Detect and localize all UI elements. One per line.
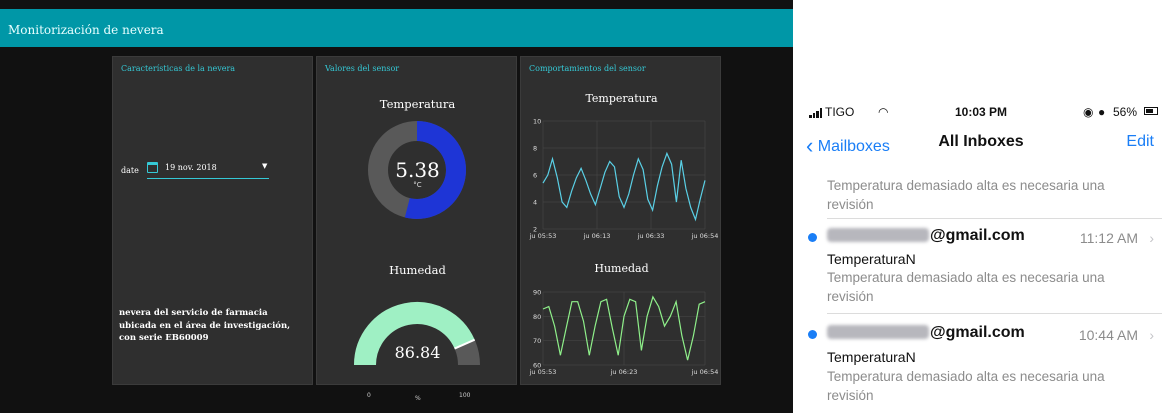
- email-subject: TemperaturaN: [827, 251, 916, 267]
- email-preview[interactable]: Temperatura demasiado alta es necesaria …: [827, 177, 1127, 214]
- date-picker[interactable]: date 19 nov. 2018 ▼: [113, 155, 314, 185]
- alarm-icon: ●: [1098, 105, 1106, 119]
- features-panel: Características de la nevera date 19 nov…: [112, 56, 313, 385]
- y-tick-label: 6: [533, 172, 537, 180]
- x-tick-label: ju 06:23: [610, 368, 638, 376]
- battery-icon: [1144, 107, 1158, 115]
- mail-app-screenshot: TIGO ◠ 10:03 PM ◉ ● 56% ‹ Mailboxes All …: [800, 93, 1162, 413]
- sensor-panel: Valores del sensor Temperatura 5.38 °C H…: [316, 56, 517, 402]
- dashboard-title: Monitorización de nevera: [8, 23, 164, 37]
- y-tick-label: 80: [533, 313, 541, 321]
- humidity-chart-title: Humedad: [594, 262, 649, 275]
- x-tick-label: ju 06:13: [583, 232, 611, 240]
- clock: 10:03 PM: [954, 105, 1008, 119]
- dashboard: Monitorización de nevera Características…: [0, 0, 793, 413]
- fridge-description: nevera del servicio de farmacia ubicada …: [119, 308, 291, 343]
- unread-dot-icon: [808, 233, 817, 242]
- humidity-max: 100: [459, 392, 471, 399]
- edit-button[interactable]: Edit: [1126, 133, 1154, 151]
- unread-dot-icon: [808, 330, 817, 339]
- humidity-gauge-title: Humedad: [389, 263, 446, 277]
- email-time: 11:12 AM: [1079, 230, 1138, 246]
- date-label: date: [121, 166, 139, 175]
- x-tick-label: ju 05:53: [529, 368, 557, 376]
- x-tick-label: ju 05:53: [529, 232, 557, 240]
- divider: [827, 218, 1162, 219]
- email-subject: TemperaturaN: [827, 349, 916, 365]
- email-sender: @gmail.com: [827, 227, 1025, 245]
- temperature-chart: 108642ju 05:53 ju 06:13 ju 06:33 ju 06:54: [529, 118, 719, 241]
- panel-title: Características de la nevera: [121, 64, 236, 73]
- y-tick-label: 8: [533, 145, 537, 153]
- email-preview: Temperatura demasiado alta es necesaria …: [827, 369, 1105, 403]
- y-tick-label: 90: [533, 289, 541, 297]
- panel-title: Valores del sensor: [325, 64, 400, 73]
- calendar-icon[interactable]: [147, 162, 158, 173]
- caret-down-icon[interactable]: ▼: [262, 162, 267, 170]
- date-underline: [147, 178, 269, 179]
- temperature-unit: °C: [413, 181, 422, 189]
- temperature-gauge-title: Temperatura: [379, 97, 456, 111]
- divider: [827, 313, 1162, 314]
- y-tick-label: 70: [533, 337, 541, 345]
- humidity-value: 86.84: [394, 343, 441, 362]
- redacted-name: [827, 228, 929, 242]
- orientation-lock-icon: ◉: [1083, 105, 1094, 119]
- humidity-min: 0: [367, 392, 371, 399]
- x-tick-label: ju 06:33: [637, 232, 665, 240]
- redacted-name: [827, 325, 929, 339]
- date-value[interactable]: 19 nov. 2018: [165, 163, 217, 172]
- email-sender: @gmail.com: [827, 324, 1025, 342]
- battery-percent: 56%: [1113, 105, 1138, 119]
- dashboard-header: Monitorización de nevera: [0, 9, 793, 47]
- temperature-value: 5.38: [395, 158, 440, 182]
- y-tick-label: 10: [533, 118, 541, 126]
- x-tick-label: ju 06:54: [691, 232, 719, 240]
- email-preview: Temperatura demasiado alta es necesaria …: [827, 270, 1105, 304]
- nav-title: All Inboxes: [938, 133, 1024, 150]
- email-time: 10:44 AM: [1078, 327, 1138, 343]
- y-tick-label: 4: [533, 199, 537, 207]
- panel-title: Comportamientos del sensor: [529, 64, 646, 73]
- chevron-right-icon: ›: [1149, 327, 1154, 343]
- x-tick-label: ju 06:54: [691, 368, 719, 376]
- temperature-chart-title: Temperatura: [585, 92, 658, 105]
- humidity-chart: 90807060ju 05:53 ju 06:23 ju 06:54: [529, 289, 719, 377]
- series-line: [542, 151, 706, 222]
- chevron-right-icon: ›: [1149, 230, 1154, 246]
- behavior-panel: Comportamientos del sensor Temperatura 1…: [520, 56, 721, 385]
- humidity-unit: %: [415, 395, 421, 402]
